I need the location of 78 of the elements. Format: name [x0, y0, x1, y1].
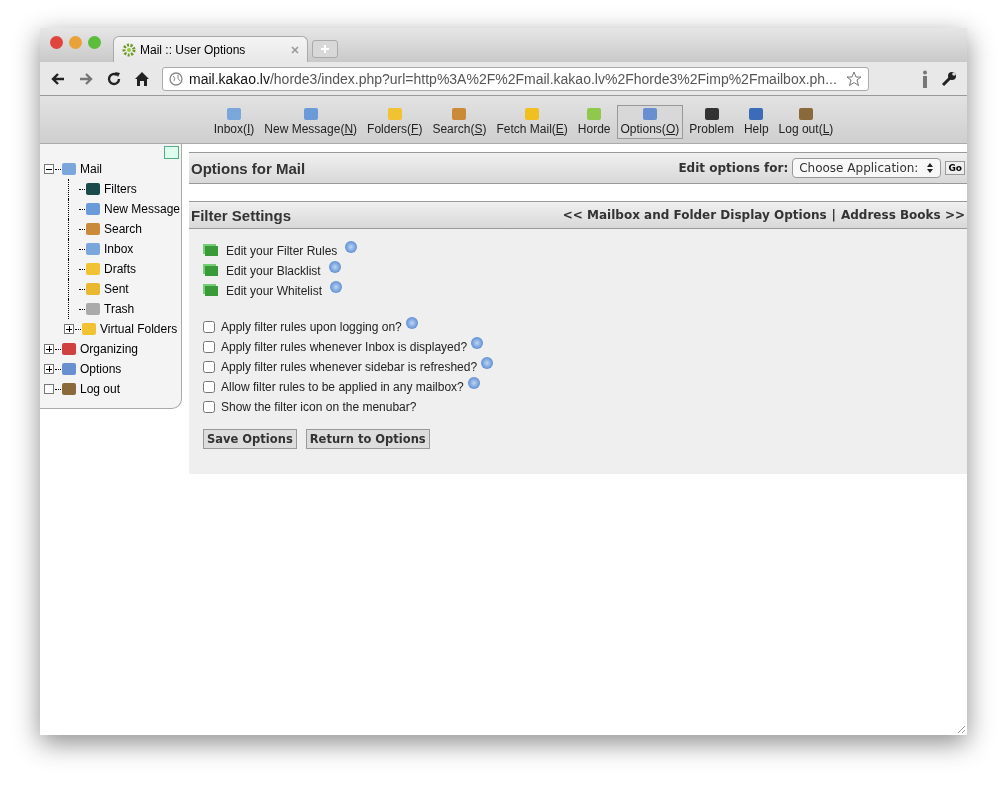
tree-item[interactable]: Organizing	[44, 339, 181, 359]
checkbox-label: Allow filter rules to be applied in any mailbox?	[221, 380, 464, 394]
toolbar-button[interactable]: Fetch Mail(E)	[492, 105, 572, 139]
tree-item[interactable]: Virtual Folders	[44, 319, 181, 339]
tree-item[interactable]: Filters	[44, 179, 181, 199]
checkbox[interactable]	[203, 321, 215, 333]
tree-item[interactable]: Mail	[44, 159, 181, 179]
toolbar-button[interactable]: New Message(N)	[260, 105, 362, 139]
address-bar[interactable]: mail.kakao.lv/horde3/index.php?url=http%3A%2F%2Fmail.kakao.lv%2Fhorde3%2Fimp%2Fmailbox.ph...	[162, 66, 869, 91]
checkbox-label: Apply filter rules upon logging on?	[221, 320, 402, 334]
toolbar-button[interactable]: Inbox(I)	[209, 105, 259, 139]
toolbar-button[interactable]: Horde	[573, 105, 615, 139]
leaf-box-icon[interactable]	[44, 384, 54, 394]
reload-icon[interactable]	[106, 70, 122, 87]
resize-grip-icon[interactable]	[956, 724, 966, 734]
help-icon[interactable]	[345, 241, 358, 253]
help-icon[interactable]	[405, 317, 418, 329]
help-icon[interactable]	[471, 337, 484, 349]
stacked-squares-icon	[205, 266, 218, 276]
globe-icon	[169, 71, 183, 86]
checkbox-label: Apply filter rules whenever sidebar is refreshed?	[221, 360, 478, 374]
back-icon[interactable]	[50, 70, 66, 87]
help-icon[interactable]	[481, 357, 494, 369]
previous-options-link[interactable]: << Mailbox and Folder Display Options	[562, 208, 827, 222]
collapse-sidebar-icon[interactable]	[164, 146, 179, 159]
stacked-squares-icon	[205, 246, 218, 256]
info-icon[interactable]	[921, 69, 929, 88]
section-title: Options for Mail	[191, 159, 306, 177]
tree-item[interactable]: Options	[44, 359, 181, 379]
browser-tab[interactable]: Mail :: User Options	[113, 36, 308, 62]
expand-icon[interactable]	[44, 364, 54, 374]
tree-item[interactable]: Inbox	[44, 239, 181, 259]
edit-options-label: Edit options for:	[678, 161, 789, 175]
toolbar-button[interactable]: Folders(F)	[363, 105, 427, 139]
help-icon[interactable]	[330, 281, 343, 293]
toolbar-button[interactable]: Options(O)	[616, 105, 684, 139]
help-icon[interactable]	[467, 377, 480, 389]
tree-item[interactable]: Drafts	[44, 259, 181, 279]
checkbox-label: Apply filter rules whenever Inbox is displayed?	[221, 340, 468, 354]
close-icon[interactable]	[291, 45, 299, 54]
checkbox[interactable]	[203, 341, 215, 353]
home-icon[interactable]	[134, 70, 150, 87]
tree-item[interactable]: Sent	[44, 279, 181, 299]
star-icon[interactable]	[846, 70, 862, 87]
close-light-icon[interactable]	[50, 35, 63, 49]
form-button[interactable]: Save Options	[203, 429, 297, 449]
stacked-squares-icon	[205, 286, 218, 296]
tree-item[interactable]: New Message	[44, 199, 181, 219]
checkbox[interactable]	[203, 401, 215, 413]
checkbox-label: Show the filter icon on the menubar?	[221, 400, 417, 414]
toolbar-button[interactable]: Help	[739, 105, 773, 139]
application-select[interactable]: Choose Application:	[792, 158, 942, 178]
help-icon[interactable]	[328, 261, 341, 273]
checkbox[interactable]	[203, 381, 215, 393]
link-separator: |	[831, 208, 836, 222]
new-tab-button[interactable]	[312, 40, 338, 58]
toolbar-button[interactable]: Search(S)	[428, 105, 491, 139]
toolbar-button[interactable]: Log out(L)	[774, 105, 838, 139]
dropdown-arrows-icon	[926, 162, 935, 174]
collapse-icon[interactable]	[44, 164, 54, 174]
expand-icon[interactable]	[64, 324, 74, 334]
edit-link[interactable]: Edit your Whitelist	[226, 284, 323, 298]
tree-item[interactable]: Trash	[44, 299, 181, 319]
tree-item[interactable]: Log out	[44, 379, 181, 399]
edit-link[interactable]: Edit your Filter Rules	[226, 244, 338, 258]
wrench-icon[interactable]	[941, 70, 957, 87]
section-title: Filter Settings	[191, 206, 291, 224]
gear-icon	[122, 42, 136, 57]
tree-item[interactable]: Search	[44, 219, 181, 239]
go-button[interactable]: Go	[945, 161, 965, 175]
checkbox[interactable]	[203, 361, 215, 373]
next-options-link[interactable]: Address Books >>	[840, 208, 965, 222]
toolbar-button[interactable]: Problem	[685, 105, 738, 139]
expand-icon[interactable]	[44, 344, 54, 354]
edit-link[interactable]: Edit your Blacklist	[226, 264, 321, 278]
forward-icon[interactable]	[78, 70, 94, 87]
form-button[interactable]: Return to Options	[305, 429, 430, 449]
plus-icon	[320, 44, 330, 54]
